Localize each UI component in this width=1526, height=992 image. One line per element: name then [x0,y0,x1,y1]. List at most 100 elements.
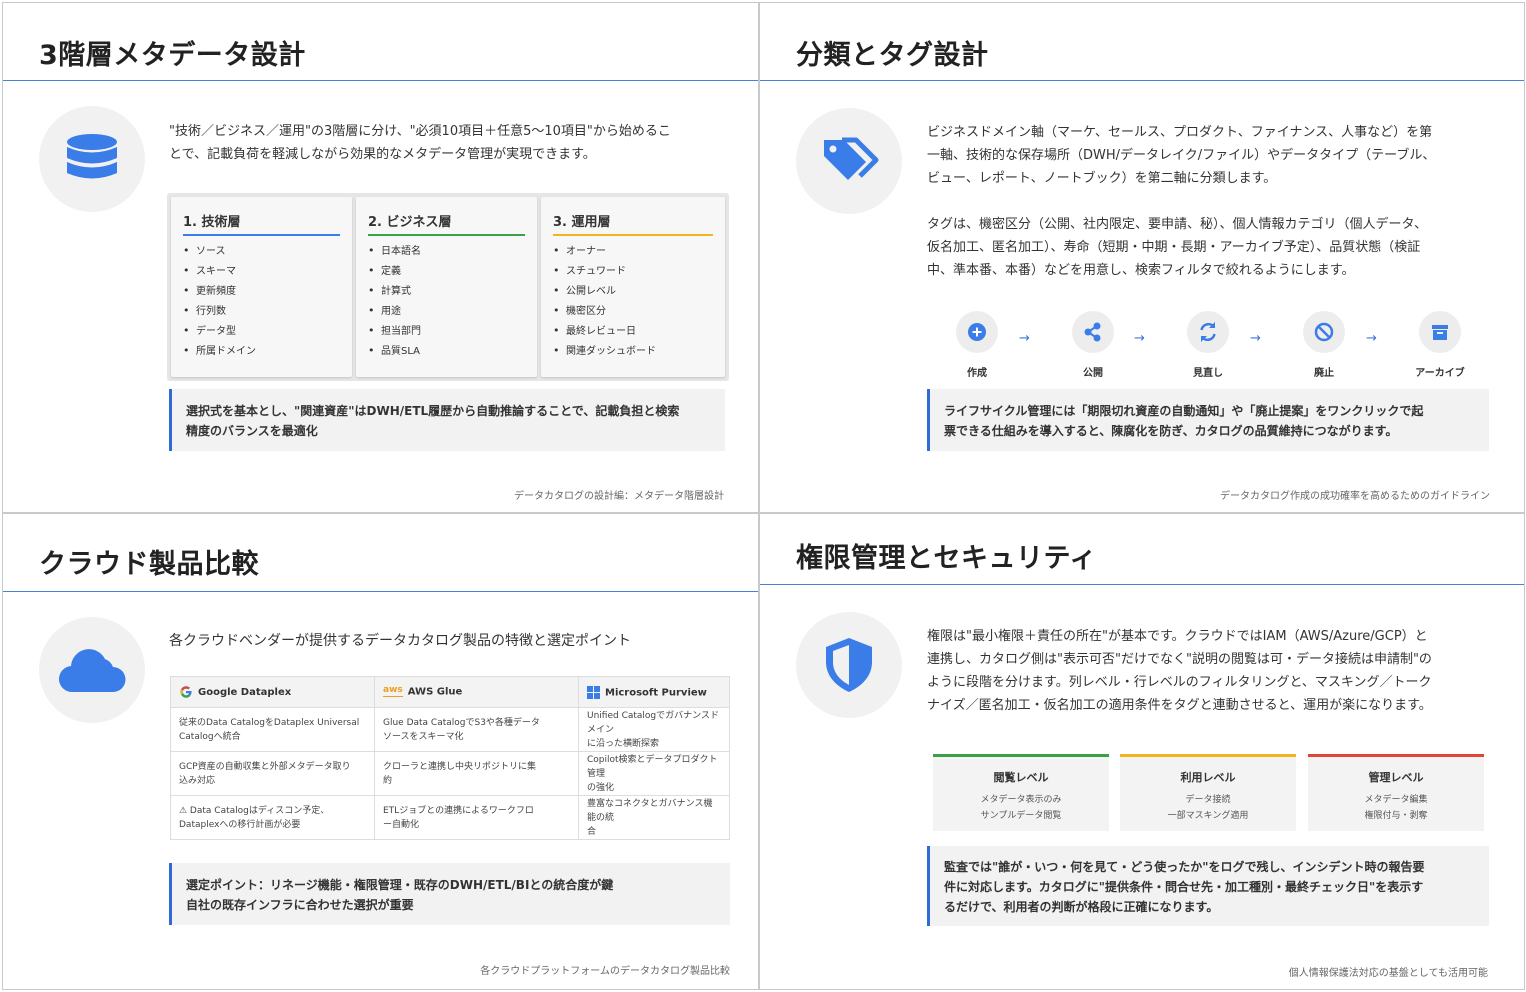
google-logo-icon [180,686,192,698]
metadata-panel: 3階層メタデータ設計 "技術／ビジネス／運用"の3階層に分け、"必須10項目＋任… [2,2,759,513]
layer-items: オーナー スチュワード 公開レベル 機密区分 最終レビュー日 関連ダッシュボード [553,241,656,361]
plus-circle-icon [956,311,998,353]
list-item: 品質SLA [368,341,421,361]
intro-text: 各クラウドベンダーが提供するデータカタログ製品の特徴と選定ポイント [169,633,631,649]
list-item: 計算式 [368,281,421,301]
note-line: 精度のバランスを最適化 [186,424,318,438]
level-description: メタデータ表示のみ サンプルデータ閲覧 [933,792,1109,824]
footer-caption: データカタログ作成の成功確率を高めるためのガイドライン [1220,491,1490,502]
database-icon [39,106,145,212]
table-cell: Copilot検索とデータプロダクト管理 の強化 [578,751,730,796]
layer-underline [368,234,525,236]
cell-line: 込み対応 [179,775,216,786]
cell-line: 約 [383,775,393,786]
text-line: ビュー、レポート、ノートブック）を第二軸に分類します。 [927,171,1277,186]
layer-card-operations: 3. 運用層 オーナー スチュワード 公開レベル 機密区分 最終レビュー日 関連… [541,197,725,377]
level-description: メタデータ編集 権限付与・剥奪 [1308,792,1484,824]
level-card-admin: 管理レベル メタデータ編集 権限付与・剥奪 [1308,754,1484,831]
lifecycle-label: アーカイブ [1415,368,1465,379]
intro-line: とで、記載負荷を軽減しながら効果的なメタデータ管理が実現できます。 [169,147,596,162]
text-line: ナイズ／匿名加工・仮名加工の適用条件をタグと連動させると、運用が楽になります。 [927,698,1432,713]
access-policy-text: 権限は"最小権限＋責任の所在"が基本です。クラウドではIAM（AWS/Azure… [927,625,1432,717]
footer-caption: データカタログの設計編：メタデータ階層設計 [514,491,724,502]
level-line: 権限付与・剥奪 [1364,811,1428,821]
classification-text: ビジネスドメイン軸（マーケ、セールス、プロダクト、ファイナンス、人事など）を第 … [927,121,1435,190]
column-header-microsoft: Microsoft Purview [578,676,730,708]
note-line: 選択式を基本とし、"関連資産"はDWH/ETL履歴から自動推論することで、記載負… [186,404,680,418]
level-line: メタデータ表示のみ [980,795,1062,805]
level-line: サンプルデータ閲覧 [980,811,1062,821]
level-card-use: 利用レベル データ接続 一部マスキング適用 [1120,754,1296,831]
level-title: 利用レベル [1180,771,1236,784]
table-header-row: Google Dataplex aws AWS Glue Microsoft Pu… [170,676,730,708]
arrow-icon: → [1250,331,1261,346]
list-item: データ型 [183,321,256,341]
level-line: メタデータ編集 [1364,795,1428,805]
archive-icon [1419,311,1461,353]
list-item: 所属ドメイン [183,341,256,361]
layer-card-technical: 1. 技術層 ソース スキーマ 更新頻度 行列数 データ型 所属ドメイン [171,197,352,377]
note-line: ライフサイクル管理には「期限切れ資産の自動通知」や「廃止提案」をワンクリックで起 [944,404,1424,418]
table-cell: Unified Catalogでガバナンスドメイン に沿った横断探索 [578,707,730,752]
cell-line: GCP資産の自動収集と外部メタデータ取り [179,761,351,772]
list-item: ソース [183,241,256,261]
text-line: ビジネスドメイン軸（マーケ、セールス、プロダクト、ファイナンス、人事など）を第 [927,125,1433,140]
level-description: データ接続 一部マスキング適用 [1120,792,1296,824]
note-line: るだけで、利用者の判断が格段に正確になります。 [944,900,1219,914]
arrow-icon: → [1366,331,1377,346]
cell-line: クローラと連携し中央リポジトリに集 [383,761,537,772]
header-label: Microsoft Purview [605,687,707,698]
list-item: 公開レベル [553,281,656,301]
table-cell: ETLジョブとの連携によるワークフロ ー自動化 [374,795,579,840]
cell-line: Copilot検索とデータプロダクト管理 [587,754,718,779]
panel-title: クラウド製品比較 [39,549,259,580]
cell-line: ETLジョブとの連携によるワークフロ [383,805,534,816]
list-item: 担当部門 [368,321,421,341]
cell-line: に沿った横断探索 [587,738,660,749]
panel-title: 分類とタグ設計 [796,40,989,71]
cell-line: ⚠ Data Catalogはディスコン予定、 [179,805,330,816]
text-line: ように段階を分けます。列レベル・行レベルのフィルタリングと、マスキング／トーク [927,675,1432,690]
callout-note: 選択式を基本とし、"関連資産"はDWH/ETL履歴から自動推論することで、記載負… [169,389,725,451]
table-cell: ⚠ Data Catalogはディスコン予定、 Dataplexへの移行計画が必要 [170,795,375,840]
layer-items: 日本語名 定義 計算式 用途 担当部門 品質SLA [368,241,421,361]
title-divider [3,591,758,592]
list-item: 関連ダッシュボード [553,341,656,361]
panel-title: 権限管理とセキュリティ [796,543,1097,574]
cell-line: 豊富なコネクタとガバナンス機能の統 [587,798,713,823]
note-line: 自社の既存インフラに合わせた選択が重要 [186,898,414,912]
note-line: 監査では"誰が・いつ・何を見て・どう使ったか"をログで残し、インシデント時の報告… [944,860,1425,874]
footer-caption: 個人情報保護法対応の基盤としても活用可能 [1288,968,1488,979]
layer-title: 3. 運用層 [553,215,611,230]
lifecycle-label: 見直し [1193,368,1223,379]
title-divider [760,80,1524,81]
lifecycle-label: 公開 [1083,368,1103,379]
cell-line: Catalogへ統合 [179,731,241,742]
arrow-icon: → [1019,331,1030,346]
title-divider [760,584,1524,585]
layer-title: 1. 技術層 [183,215,241,230]
cell-line: Dataplexへの移行計画が必要 [179,819,301,830]
panel-title: 3階層メタデータ設計 [39,40,306,71]
text-line: 仮名加工、匿名加工）、寿命（短期・中期・長期・アーカイブ予定）、品質状態（検証 [927,240,1421,255]
table-cell: GCP資産の自動収集と外部メタデータ取り 込み対応 [170,751,375,796]
header-label: Google Dataplex [198,687,292,698]
intro-line: "技術／ビジネス／運用"の3階層に分け、"必須10項目＋任意5〜10項目"から始… [169,124,671,139]
cell-line: ソースをスキーマ化 [383,731,464,742]
table-cell: 従来のData CatalogをDataplex Universal Catalo… [170,707,375,752]
lifecycle-label: 作成 [967,368,987,379]
table-row: GCP資産の自動収集と外部メタデータ取り 込み対応 クローラと連携し中央リポジトリ… [170,751,730,796]
text-line: 中、準本番、本番）などを用意し、検索フィルタで絞れるようにします。 [927,263,1355,278]
text-line: 権限は"最小権限＋責任の所在"が基本です。クラウドではIAM（AWS/Azure… [927,629,1428,644]
list-item: 最終レビュー日 [553,321,656,341]
layer-items: ソース スキーマ 更新頻度 行列数 データ型 所属ドメイン [183,241,256,361]
level-title: 管理レベル [1368,771,1424,784]
table-cell: Glue Data CatalogでS3や各種データ ソースをスキーマ化 [374,707,579,752]
layer-cards: 1. 技術層 ソース スキーマ 更新頻度 行列数 データ型 所属ドメイン 2. … [167,193,729,381]
footer-caption: 各クラウドプラットフォームのデータカタログ製品比較 [480,966,730,977]
level-card-view: 閲覧レベル メタデータ表示のみ サンプルデータ閲覧 [933,754,1109,831]
table-cell: クローラと連携し中央リポジトリに集約 [374,751,579,796]
text-line: 一軸、技術的な保存場所（DWH/データレイク/ファイル）やデータタイプ（テーブル… [927,148,1436,163]
lifecycle-label: 廃止 [1314,368,1334,379]
title-divider [3,80,758,81]
